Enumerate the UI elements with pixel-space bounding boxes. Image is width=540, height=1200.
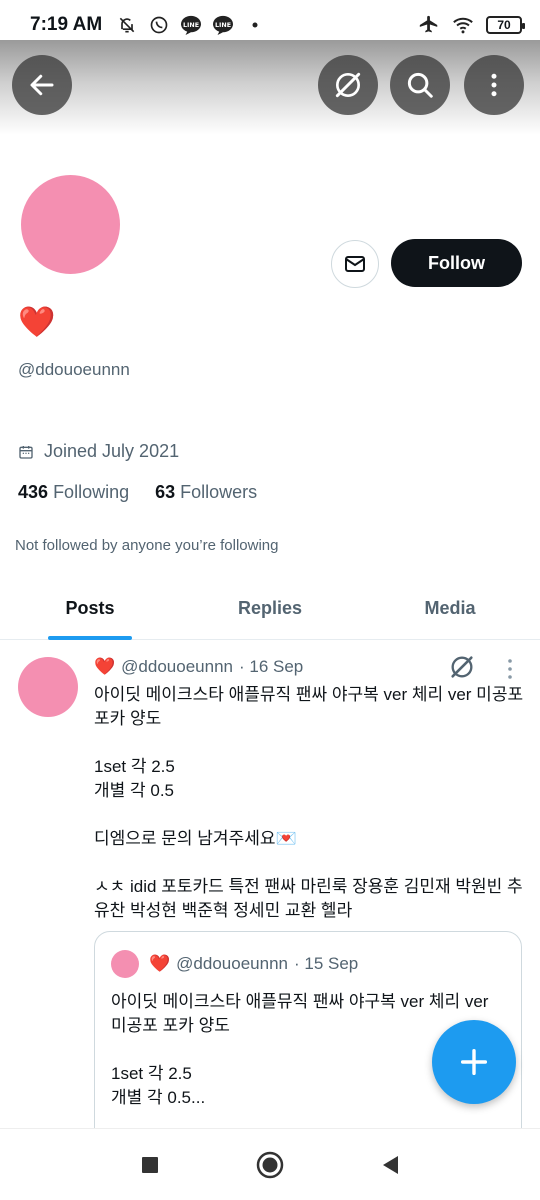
whatsapp-icon (148, 14, 170, 36)
grok-button[interactable] (318, 55, 378, 115)
arrow-left-icon (30, 74, 54, 96)
tab-media[interactable]: Media (360, 578, 540, 639)
circle-icon (256, 1151, 284, 1178)
line-app-icon: LINE (212, 14, 234, 36)
followers-label: Followers (180, 482, 258, 502)
joined-text: Joined July 2021 (44, 441, 180, 461)
following-link[interactable]: 436 Following (18, 482, 129, 503)
square-icon (142, 1156, 158, 1173)
post-author-handle: @ddouoeunnn (121, 657, 233, 676)
followers-link[interactable]: 63 Followers (155, 482, 257, 503)
tab-posts[interactable]: Posts (0, 578, 180, 640)
message-button[interactable] (331, 240, 379, 288)
airplane-icon (418, 14, 440, 36)
profile-handle: @ddouoeunnn (18, 360, 130, 379)
not-followed-text: Not followed by anyone you’re following (15, 537, 279, 554)
post-more-button[interactable] (500, 657, 520, 686)
svg-text:LINE: LINE (183, 22, 199, 29)
line-app-icon: LINE (180, 14, 202, 36)
follow-counts: 436 Following 63 Followers (18, 482, 257, 503)
post-text: 아이딧 메이크스타 애플뮤직 팬싸 야구복 ver 체리 ver 미공포 포카 … (94, 685, 524, 920)
more-options-button[interactable] (464, 55, 524, 115)
post-avatar[interactable] (18, 657, 78, 717)
more-vertical-icon (491, 73, 497, 97)
grok-post-button[interactable] (448, 653, 476, 686)
search-icon (407, 72, 433, 98)
back-nav-button[interactable] (370, 1145, 410, 1185)
quoted-post-date: · 15 Sep (293, 954, 359, 973)
following-count: 436 (18, 482, 49, 502)
post-date: · 16 Sep (238, 657, 304, 676)
profile-banner (0, 40, 540, 135)
profile-avatar[interactable] (18, 172, 123, 277)
search-button[interactable] (390, 55, 450, 115)
recents-button[interactable] (130, 1145, 170, 1185)
back-button[interactable] (12, 55, 72, 115)
followers-count: 63 (155, 482, 176, 502)
quoted-author-name: ❤️ (149, 954, 171, 973)
profile-tabs: Posts Replies Media (0, 578, 540, 640)
status-bar: 7:19 AM LINE LINE 70 (0, 0, 540, 50)
wifi-icon (452, 14, 474, 36)
envelope-icon (345, 256, 365, 272)
compose-button[interactable] (432, 1020, 516, 1104)
quoted-author-handle: @ddouoeunnn (176, 954, 288, 973)
battery-level: 70 (497, 18, 511, 32)
joined-date: Joined July 2021 (18, 441, 179, 462)
mute-notification-icon (116, 14, 138, 36)
quoted-post-header: ❤️ @ddouoeunnn · 15 Sep (149, 954, 358, 974)
triangle-back-icon (383, 1155, 398, 1174)
post-author-name: ❤️ (94, 657, 116, 676)
svg-text:LINE: LINE (215, 22, 231, 29)
battery-icon: 70 (486, 16, 525, 34)
quoted-post-avatar (111, 950, 139, 978)
system-navigation-bar (0, 1128, 540, 1200)
dot-icon (244, 14, 266, 36)
calendar-icon (19, 445, 33, 459)
grok-icon (335, 72, 361, 98)
following-label: Following (53, 482, 130, 502)
plus-icon (460, 1048, 488, 1076)
status-time: 7:19 AM (30, 14, 103, 35)
profile-display-name: ❤️ (18, 306, 56, 339)
home-button[interactable] (250, 1145, 290, 1185)
post-header: ❤️ @ddouoeunnn · 16 Sep (94, 657, 303, 677)
follow-button[interactable]: Follow (391, 239, 522, 287)
more-vertical-icon (508, 659, 512, 679)
grok-icon (451, 656, 473, 678)
tab-replies[interactable]: Replies (180, 578, 360, 639)
